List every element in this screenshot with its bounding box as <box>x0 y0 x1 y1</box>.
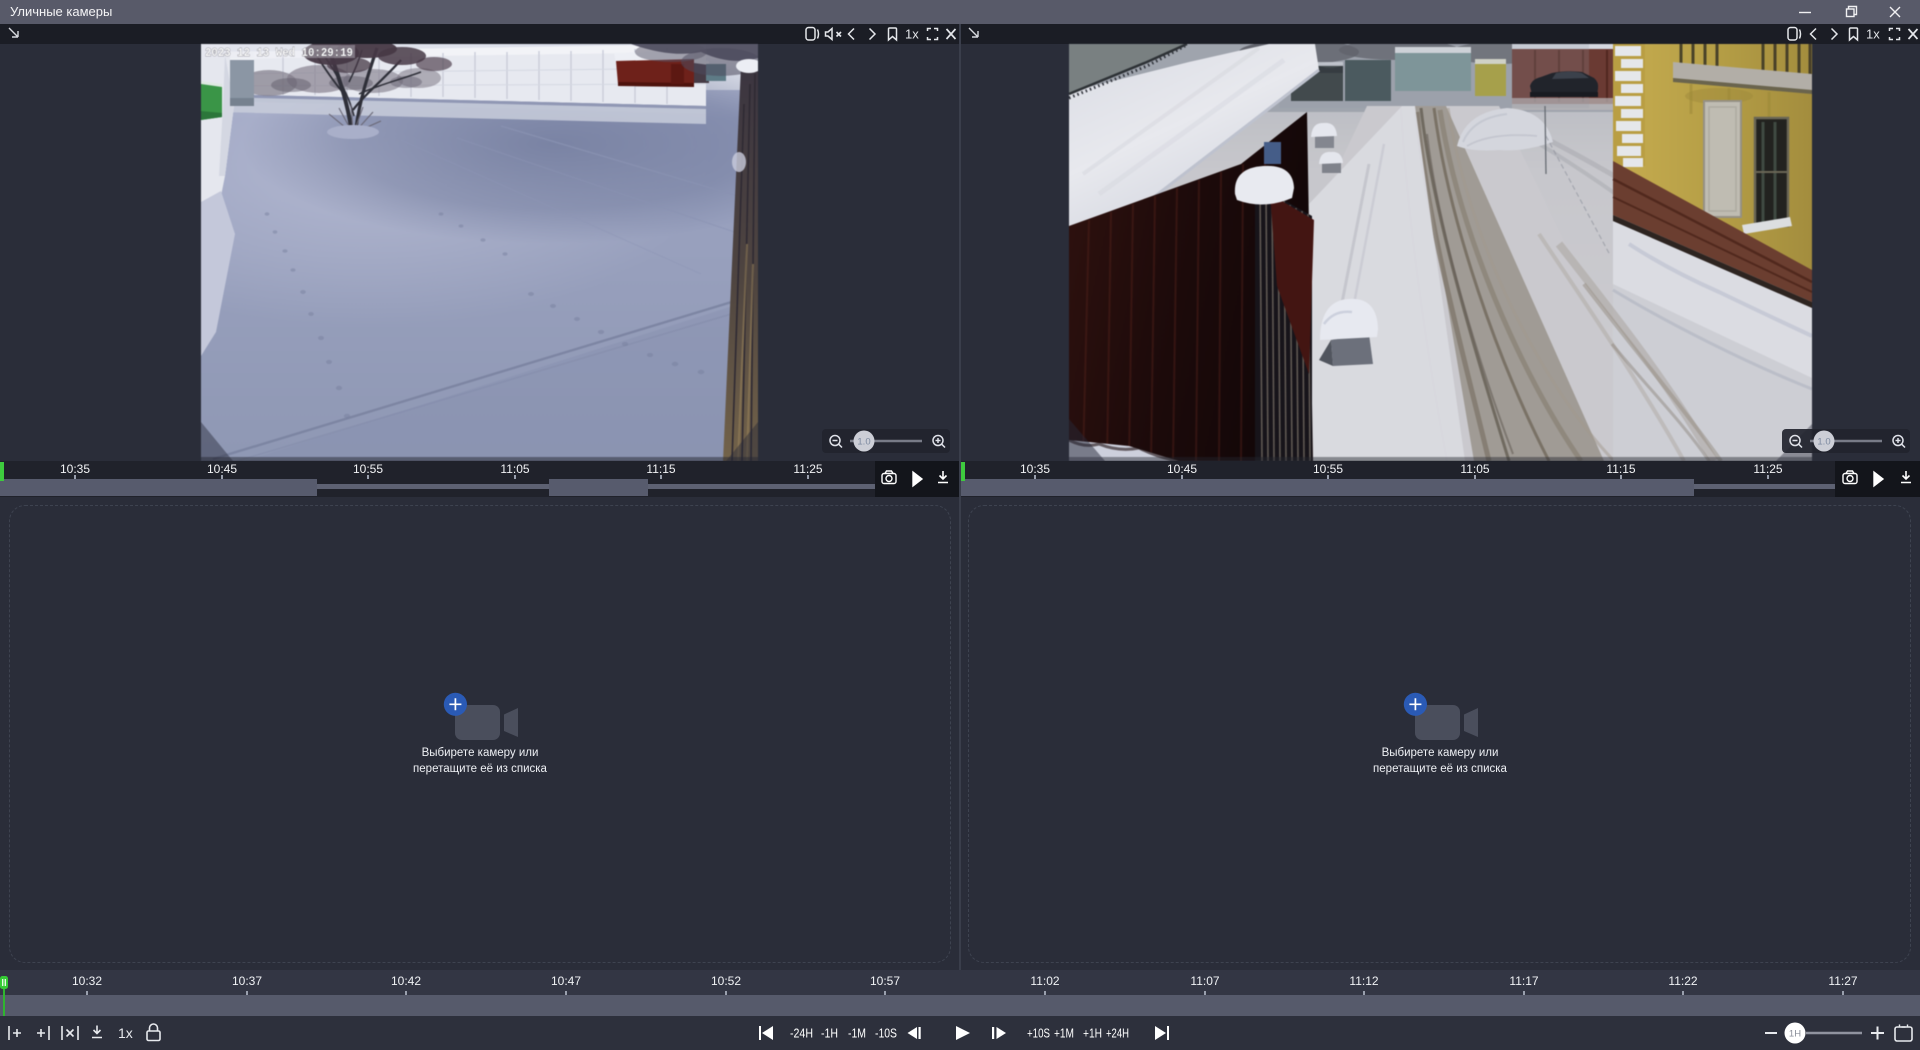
svg-text:-1M: -1M <box>848 1026 866 1041</box>
svg-text:+1H: +1H <box>1083 1026 1102 1041</box>
svg-text:+10S: +10S <box>1027 1026 1050 1041</box>
svg-text:1x: 1x <box>1866 27 1880 42</box>
svg-text:1.0: 1.0 <box>857 437 870 448</box>
svg-text:-1H: -1H <box>821 1026 838 1041</box>
svg-text:-10S: -10S <box>875 1026 897 1041</box>
svg-text:1x: 1x <box>905 27 919 42</box>
svg-text:1H: 1H <box>1789 1029 1801 1040</box>
svg-text:1x: 1x <box>118 1025 133 1041</box>
svg-text:+1M: +1M <box>1054 1026 1074 1041</box>
svg-text:-24H: -24H <box>790 1026 813 1041</box>
svg-text:2023 12 13 Wed 10:29:19: 2023 12 13 Wed 10:29:19 <box>205 46 353 60</box>
svg-text:+24H: +24H <box>1106 1026 1129 1041</box>
svg-text:1.0: 1.0 <box>1817 437 1830 448</box>
